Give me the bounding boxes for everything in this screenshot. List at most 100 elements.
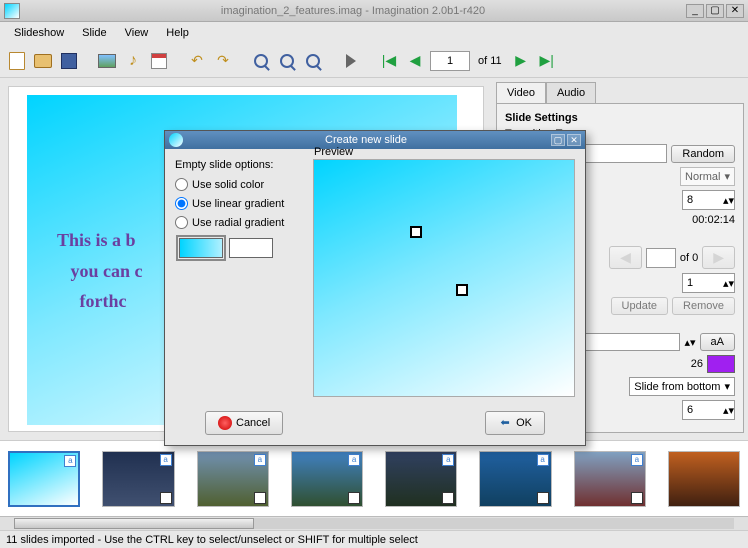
horizontal-scrollbar[interactable] xyxy=(0,516,748,530)
first-slide-button[interactable]: |◀ xyxy=(378,50,400,72)
current-slide-input[interactable] xyxy=(430,51,470,71)
transition-icon xyxy=(348,492,360,504)
properties-button[interactable] xyxy=(148,50,170,72)
transition-icon xyxy=(254,492,266,504)
spinner-icon: ▴▾ xyxy=(723,194,734,207)
badge-icon: a xyxy=(348,454,360,466)
zoom-in-button[interactable] xyxy=(250,50,272,72)
import-audio-button[interactable]: ♪ xyxy=(122,50,144,72)
speed-combo[interactable]: Normal▾ xyxy=(680,167,735,186)
minimize-button[interactable]: _ xyxy=(686,4,704,18)
scrollbar-handle[interactable] xyxy=(14,518,254,529)
status-text: 11 slides imported - Use the CTRL key to… xyxy=(6,534,418,546)
next-icon: ▶ xyxy=(713,249,724,265)
save-button[interactable] xyxy=(58,50,80,72)
remove-button[interactable]: Remove xyxy=(672,297,735,315)
menu-view[interactable]: View xyxy=(117,25,157,41)
gradient-preview[interactable] xyxy=(314,160,574,396)
transition-icon xyxy=(537,492,549,504)
window-titlebar: imagination_2_features.imag - Imaginatio… xyxy=(0,0,748,22)
close-button[interactable]: ✕ xyxy=(726,4,744,18)
app-logo-icon xyxy=(4,3,20,19)
radio-solid[interactable]: Use solid color xyxy=(175,175,305,194)
open-button[interactable] xyxy=(32,50,54,72)
radio-linear[interactable]: Use linear gradient xyxy=(175,194,305,213)
dialog-close-button[interactable]: ✕ xyxy=(567,134,581,146)
preview-label: Preview xyxy=(314,146,353,158)
nav-spin[interactable]: ▴▾ xyxy=(682,273,735,293)
color-swatch-1[interactable] xyxy=(179,238,223,258)
new-button[interactable] xyxy=(6,50,28,72)
menu-slide[interactable]: Slide xyxy=(74,25,114,41)
dialog-icon xyxy=(169,133,183,147)
tab-video[interactable]: Video xyxy=(496,82,546,103)
page-of-label: of 11 xyxy=(474,55,506,67)
zoom-fit-button[interactable] xyxy=(302,50,324,72)
nav-next-button[interactable]: ▶ xyxy=(702,246,735,269)
animation-combo[interactable]: Slide from bottom▾ xyxy=(629,377,735,396)
thumbnail[interactable]: a xyxy=(8,451,80,507)
font-button[interactable]: aA xyxy=(700,333,735,351)
menu-help[interactable]: Help xyxy=(158,25,197,41)
badge-icon: a xyxy=(537,454,549,466)
undo-button[interactable]: ↶ xyxy=(186,50,208,72)
thumbnail[interactable]: a xyxy=(574,451,646,507)
spinner-icon: ▴▾ xyxy=(723,277,734,290)
random-button[interactable]: Random xyxy=(671,145,735,163)
transition-icon xyxy=(160,492,172,504)
update-button[interactable]: Update xyxy=(611,297,668,315)
thumbnail-strip: a a a a a a a xyxy=(0,440,748,516)
thumbnail[interactable]: a xyxy=(197,451,269,507)
menubar: Slideshow Slide View Help xyxy=(0,22,748,44)
play-button[interactable] xyxy=(340,50,362,72)
zoom-out-button[interactable] xyxy=(276,50,298,72)
gradient-handle-1[interactable] xyxy=(410,226,422,238)
next-slide-button[interactable]: ▶ xyxy=(510,50,532,72)
dialog-preview-frame: Preview xyxy=(313,159,575,397)
dialog-max-button[interactable]: ▢ xyxy=(551,134,565,146)
badge-icon: a xyxy=(631,454,643,466)
cancel-button[interactable]: Cancel xyxy=(205,411,283,435)
gradient-handle-2[interactable] xyxy=(456,284,468,296)
thumbnail[interactable]: a xyxy=(291,451,363,507)
ok-button[interactable]: ⬅OK xyxy=(485,411,545,435)
spinner-icon: ▴▾ xyxy=(723,404,734,417)
zoom-out-icon xyxy=(280,54,294,68)
thumbnail[interactable]: a xyxy=(102,451,174,507)
duration-spin[interactable]: ▴▾ xyxy=(682,190,735,210)
prev-slide-button[interactable]: ◀ xyxy=(404,50,426,72)
thumbnail[interactable] xyxy=(668,451,740,507)
cancel-icon xyxy=(218,416,232,430)
badge-icon: a xyxy=(442,454,454,466)
dialog-titlebar[interactable]: Create new slide ▢ ✕ xyxy=(165,131,585,149)
anim-spin[interactable]: ▴▾ xyxy=(682,400,735,420)
save-icon xyxy=(61,53,77,69)
redo-button[interactable]: ↷ xyxy=(212,50,234,72)
radio-radial[interactable]: Use radial gradient xyxy=(175,213,305,232)
thumbnail[interactable]: a xyxy=(479,451,551,507)
menu-slideshow[interactable]: Slideshow xyxy=(6,25,72,41)
image-icon xyxy=(98,54,116,68)
transition-icon xyxy=(442,492,454,504)
prev-icon: ◀ xyxy=(620,249,631,265)
import-image-button[interactable] xyxy=(96,50,118,72)
thumbnail[interactable]: a xyxy=(385,451,457,507)
nav-prev-button[interactable]: ◀ xyxy=(609,246,642,269)
color-swatch-2[interactable] xyxy=(229,238,273,258)
tab-audio[interactable]: Audio xyxy=(546,82,596,103)
maximize-button[interactable]: ▢ xyxy=(706,4,724,18)
timecode-label: 00:02:14 xyxy=(692,214,735,226)
nav-index-input[interactable] xyxy=(646,248,676,268)
badge-icon: a xyxy=(64,455,76,467)
slide-text: This is a b you can c forthc xyxy=(57,225,143,317)
folder-icon xyxy=(34,54,52,68)
undo-icon: ↶ xyxy=(191,52,203,69)
play-icon xyxy=(346,54,356,68)
create-slide-dialog: Create new slide ▢ ✕ Empty slide options… xyxy=(164,130,586,446)
last-slide-button[interactable]: ▶| xyxy=(536,50,558,72)
badge-icon: a xyxy=(254,454,266,466)
zoom-in-icon xyxy=(254,54,268,68)
status-bar: 11 slides imported - Use the CTRL key to… xyxy=(0,530,748,548)
redo-icon: ↷ xyxy=(217,52,229,69)
color-button[interactable] xyxy=(707,355,735,373)
